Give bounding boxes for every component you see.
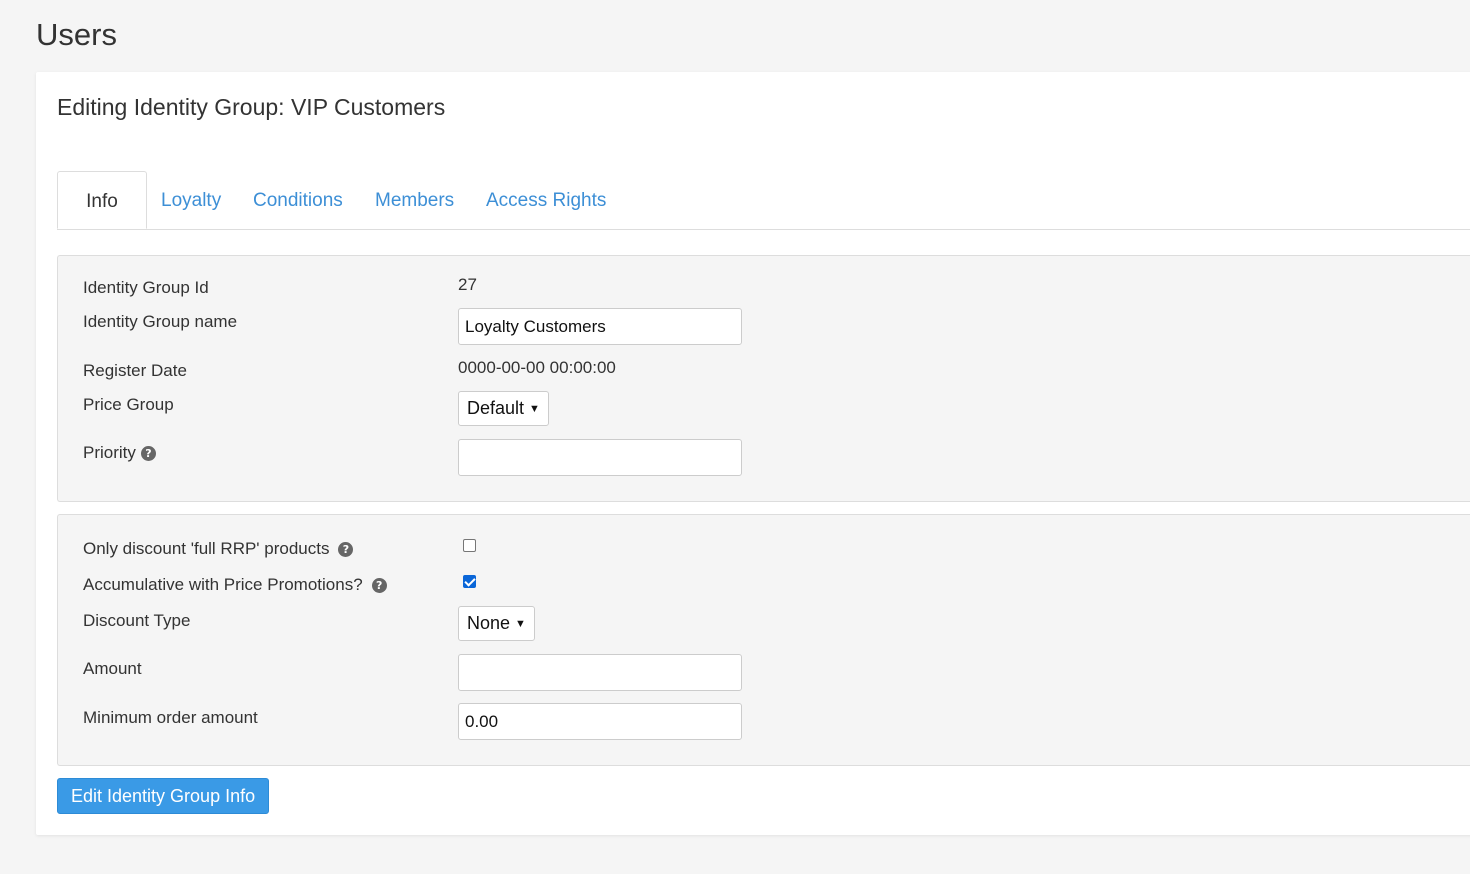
discount-type-label: Discount Type — [83, 611, 191, 630]
price-group-selected-value: Default — [467, 398, 525, 418]
discount-type-select[interactable]: None ▼ — [458, 606, 535, 641]
tab-members[interactable]: Members — [375, 171, 454, 229]
group-name-label: Identity Group name — [83, 312, 238, 331]
accumulative-checkbox[interactable] — [463, 575, 476, 588]
question-circle-icon[interactable]: ? — [140, 446, 156, 461]
register-date-label: Register Date — [83, 361, 187, 380]
price-group-select[interactable]: Default ▼ — [458, 391, 549, 426]
price-group-label: Price Group — [83, 395, 174, 414]
caret-down-icon: ▼ — [529, 403, 540, 415]
edit-identity-group-card: Editing Identity Group: VIP Customers In… — [36, 72, 1470, 835]
register-date-value: 0000-00-00 00:00:00 — [458, 358, 616, 377]
group-name-input[interactable] — [458, 308, 742, 345]
full-rrp-label-text: Only discount 'full RRP' products — [83, 539, 330, 558]
page-title: Users — [36, 17, 117, 52]
question-circle-icon[interactable]: ? — [338, 542, 354, 557]
amount-input[interactable] — [458, 654, 742, 691]
tab-loyalty[interactable]: Loyalty — [161, 171, 221, 229]
min-order-label: Minimum order amount — [83, 708, 258, 727]
accumulative-label: Accumulative with Price Promotions?? — [83, 574, 387, 596]
group-id-label: Identity Group Id — [83, 278, 209, 297]
edit-identity-group-info-button[interactable]: Edit Identity Group Info — [57, 778, 270, 814]
full-rrp-checkbox[interactable] — [463, 539, 476, 552]
question-circle-icon[interactable]: ? — [371, 578, 387, 593]
card-title: Editing Identity Group: VIP Customers — [57, 94, 446, 120]
tab-info[interactable]: Info — [57, 171, 147, 229]
discount-panel: Only discount 'full RRP' products? Accum… — [57, 514, 1470, 766]
caret-down-icon: ▼ — [515, 618, 526, 630]
priority-label-text: Priority — [83, 443, 136, 462]
accumulative-label-text: Accumulative with Price Promotions? — [83, 575, 363, 594]
priority-label: Priority? — [83, 442, 156, 464]
info-panel: Identity Group Id 27 Identity Group name… — [57, 255, 1470, 502]
tab-access-rights[interactable]: Access Rights — [486, 171, 606, 229]
tab-bar: Info Loyalty Conditions Members Access R… — [57, 171, 1470, 230]
amount-label: Amount — [83, 659, 142, 678]
min-order-input[interactable] — [458, 703, 742, 740]
tab-conditions[interactable]: Conditions — [253, 171, 343, 229]
group-id-value: 27 — [458, 275, 477, 294]
priority-input[interactable] — [458, 439, 742, 476]
discount-type-selected-value: None — [467, 613, 511, 633]
full-rrp-label: Only discount 'full RRP' products? — [83, 538, 354, 560]
